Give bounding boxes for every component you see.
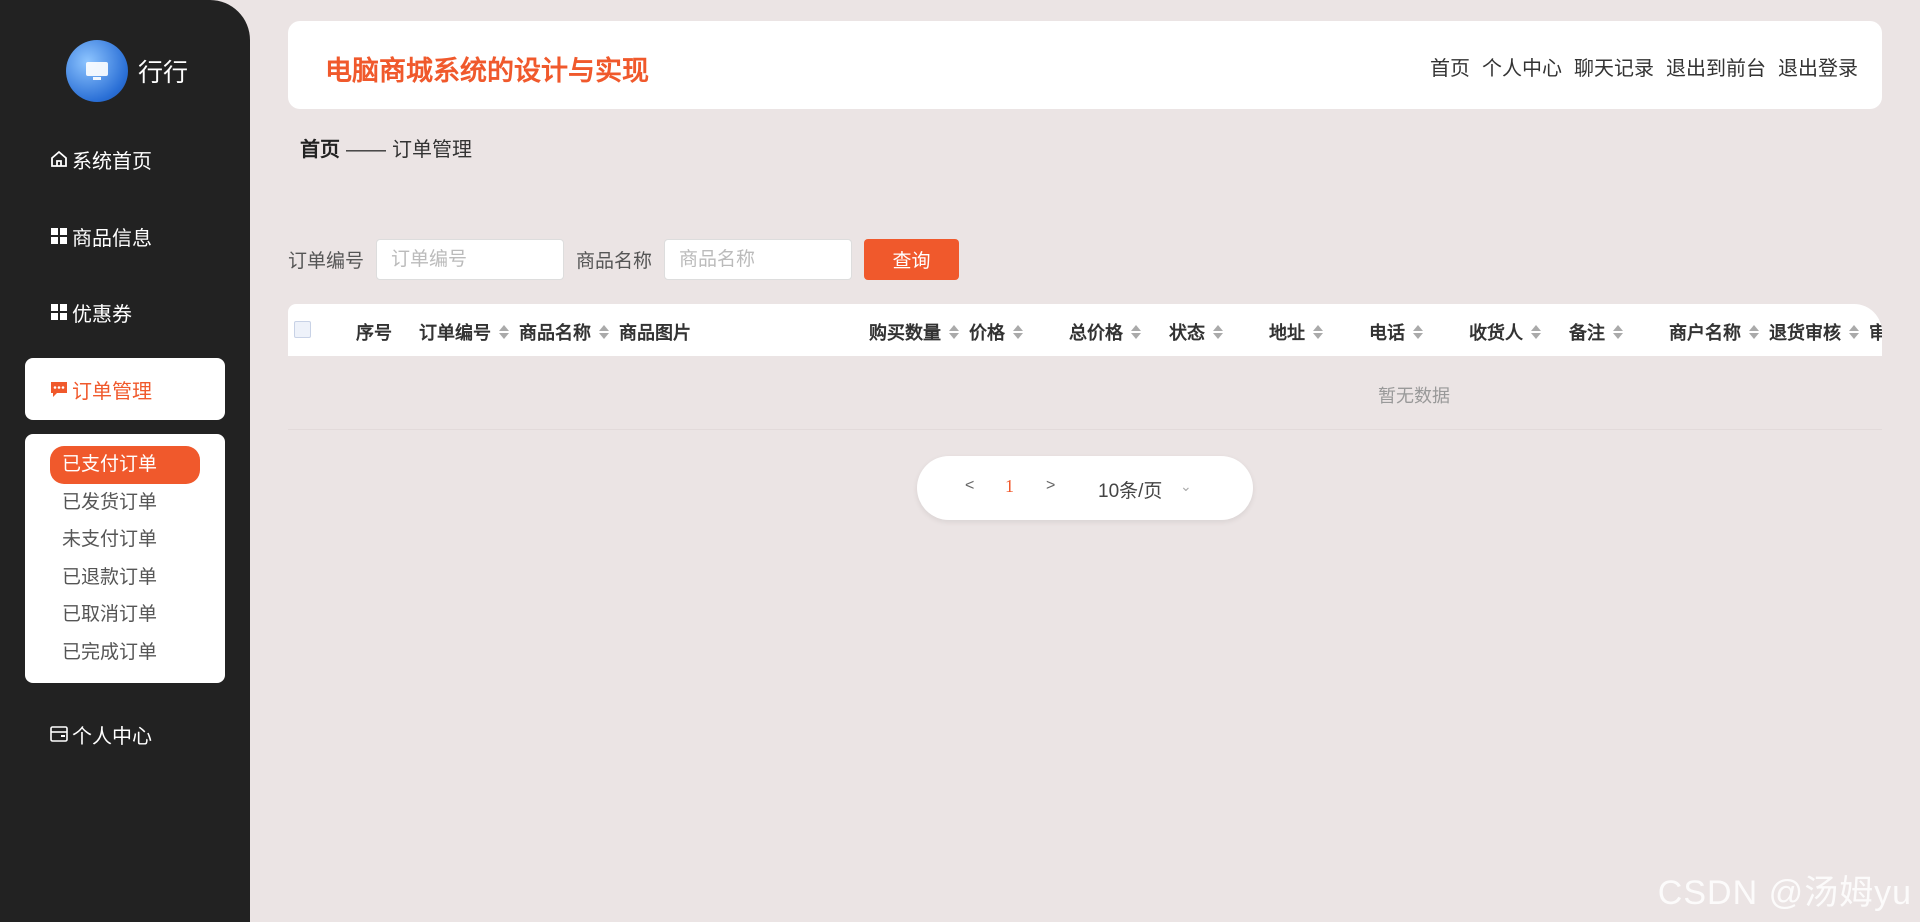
column-header[interactable]: 收货人: [1469, 319, 1541, 345]
header-link-home[interactable]: 首页: [1430, 52, 1470, 81]
select-all-checkbox[interactable]: [294, 321, 311, 338]
sort-icon[interactable]: [949, 325, 959, 339]
monitor-icon: [86, 62, 108, 80]
column-header: 审: [1869, 323, 1882, 343]
table-header: 序号 订单编号 商品名称 商品图片 购买数量 价格 总价格 状态 地址 电话 收…: [288, 304, 1882, 356]
sort-icon[interactable]: [1613, 325, 1623, 339]
sort-icon[interactable]: [1849, 325, 1859, 339]
brand: 行行: [66, 40, 188, 102]
page-size-select[interactable]: 10条/页: [1098, 476, 1162, 503]
nav-item-profile[interactable]: 个人中心: [25, 703, 225, 765]
sort-icon[interactable]: [1413, 325, 1423, 339]
top-header: 电脑商城系统的设计与实现 首页 个人中心 聊天记录 退出到前台 退出登录: [288, 21, 1882, 109]
nav-item-coupons[interactable]: 优惠券: [25, 281, 225, 343]
header-link-frontend[interactable]: 退出到前台: [1666, 52, 1766, 81]
orders-submenu: 已支付订单 已发货订单 未支付订单 已退款订单 已取消订单 已完成订单: [25, 434, 225, 683]
column-header[interactable]: 状态: [1169, 319, 1223, 345]
chat-icon: [48, 378, 70, 400]
column-header[interactable]: 总价格: [1069, 319, 1141, 345]
grid-icon: [48, 301, 70, 323]
column-header[interactable]: 备注: [1569, 319, 1623, 345]
home-icon: [48, 148, 70, 170]
sort-icon[interactable]: [1013, 325, 1023, 339]
sidebar: 行行 系统首页 商品信息 优惠券 订单管理 已支付订单 已发货订单 未支付订单 …: [0, 0, 250, 922]
breadcrumb: 首页 —— 订单管理: [300, 133, 472, 162]
header-link-chat[interactable]: 聊天记录: [1574, 52, 1654, 81]
brand-name: 行行: [138, 59, 189, 87]
nav-item-label: 优惠券: [72, 303, 132, 326]
sort-icon[interactable]: [599, 325, 609, 339]
empty-text: 暂无数据: [1378, 386, 1450, 406]
breadcrumb-home[interactable]: 首页: [300, 139, 340, 161]
header-links: 首页 个人中心 聊天记录 退出到前台 退出登录: [1430, 52, 1858, 81]
product-name-input[interactable]: [664, 239, 853, 280]
avatar: [66, 40, 128, 102]
column-header[interactable]: 价格: [969, 319, 1023, 345]
nav-item-label: 系统首页: [72, 150, 152, 173]
header-link-profile[interactable]: 个人中心: [1482, 52, 1562, 81]
submenu-item-shipped[interactable]: 已发货订单: [50, 484, 200, 522]
order-no-input[interactable]: [376, 239, 565, 280]
sort-icon[interactable]: [1749, 325, 1759, 339]
submenu-item-completed[interactable]: 已完成订单: [50, 634, 200, 672]
column-header[interactable]: 商户名称: [1669, 319, 1759, 345]
submenu-item-paid[interactable]: 已支付订单: [50, 446, 200, 484]
column-header: 商品图片: [619, 323, 691, 343]
column-header[interactable]: 商品名称: [519, 319, 609, 345]
sort-icon[interactable]: [1131, 325, 1141, 339]
grid-icon: [48, 225, 70, 247]
breadcrumb-separator: ——: [346, 139, 386, 161]
column-header: 序号: [356, 323, 392, 343]
prev-page-button[interactable]: <: [965, 477, 974, 495]
sort-icon[interactable]: [499, 325, 509, 339]
nav-item-label: 商品信息: [72, 227, 152, 250]
next-page-button[interactable]: >: [1046, 477, 1055, 495]
sort-icon[interactable]: [1313, 325, 1323, 339]
header-link-logout[interactable]: 退出登录: [1778, 52, 1858, 81]
page-number-current[interactable]: 1: [1005, 476, 1014, 497]
wallet-icon: [48, 723, 70, 745]
submenu-item-cancelled[interactable]: 已取消订单: [50, 596, 200, 634]
column-header[interactable]: 地址: [1269, 319, 1323, 345]
submenu-item-refunded[interactable]: 已退款订单: [50, 559, 200, 597]
column-header[interactable]: 订单编号: [419, 319, 509, 345]
nav-item-home[interactable]: 系统首页: [25, 128, 225, 190]
column-header[interactable]: 退货审核: [1769, 319, 1859, 345]
sort-icon[interactable]: [1531, 325, 1541, 339]
column-header[interactable]: 购买数量: [869, 319, 959, 345]
order-no-label: 订单编号: [288, 251, 365, 272]
pagination: < 1 > 10条/页 ⌄: [917, 456, 1253, 520]
sort-icon[interactable]: [1213, 325, 1223, 339]
table-empty-row: [288, 356, 1882, 430]
nav-item-label: 订单管理: [72, 380, 152, 403]
product-name-label: 商品名称: [576, 251, 653, 272]
chevron-down-icon[interactable]: ⌄: [1180, 478, 1192, 495]
nav-item-orders[interactable]: 订单管理: [25, 358, 225, 420]
nav-item-label: 个人中心: [72, 725, 152, 748]
breadcrumb-current: 订单管理: [392, 139, 472, 161]
column-header[interactable]: 电话: [1369, 319, 1423, 345]
submenu-item-unpaid[interactable]: 未支付订单: [50, 521, 200, 559]
nav-item-products[interactable]: 商品信息: [25, 205, 225, 267]
page-title: 电脑商城系统的设计与实现: [325, 56, 649, 86]
watermark: CSDN @汤姆yu: [1657, 874, 1912, 912]
query-button[interactable]: 查询: [864, 239, 960, 280]
search-bar: 订单编号 商品名称 查询: [288, 239, 960, 280]
